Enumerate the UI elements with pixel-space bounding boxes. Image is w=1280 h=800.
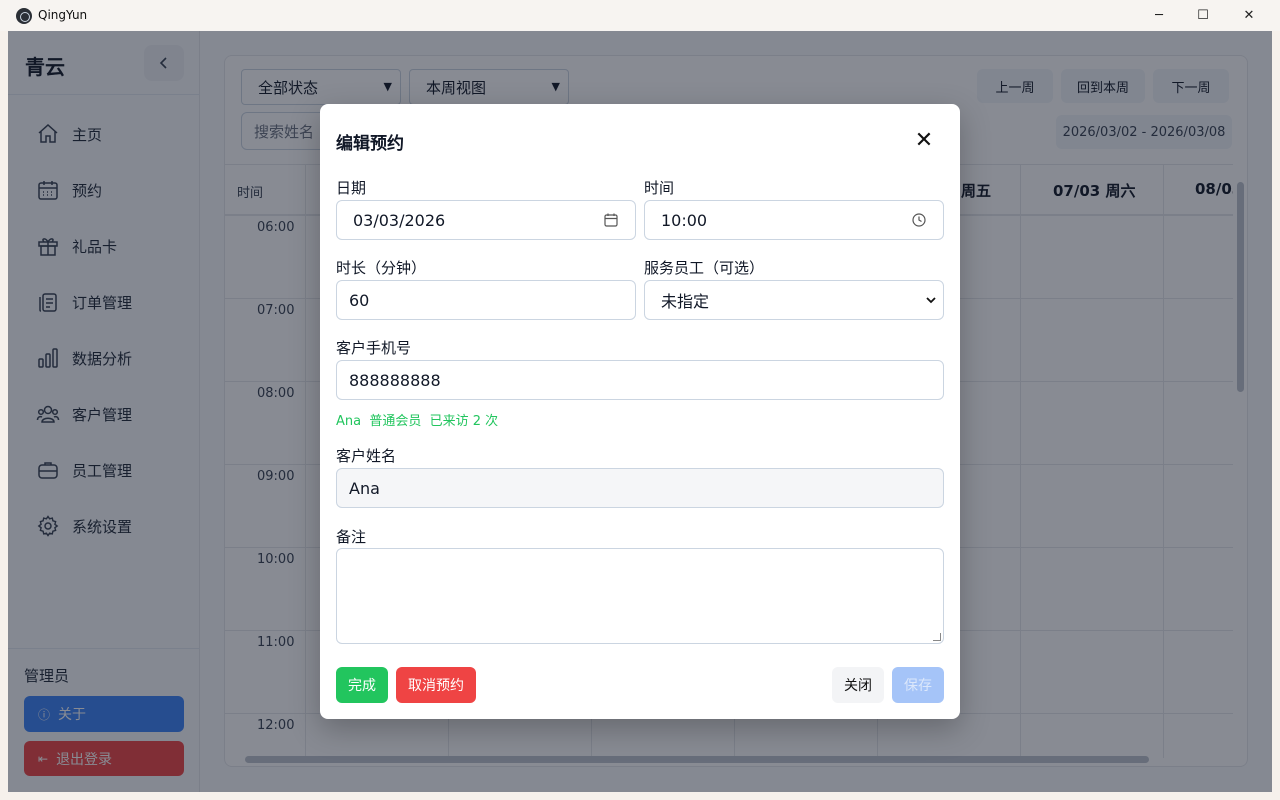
customer-name-label: 客户姓名 <box>336 447 397 465</box>
date-label: 日期 <box>336 179 367 197</box>
window-titlebar: QingYun ─ ☐ ✕ <box>0 0 1280 31</box>
duration-label: 时长（分钟） <box>336 259 427 277</box>
customer-name-field: Ana <box>336 468 944 508</box>
customer-match-info: Ana 普通会员 已来访 2 次 <box>336 414 499 429</box>
close-dialog-button[interactable]: 关闭 <box>832 667 884 703</box>
staff-select[interactable]: 未指定 <box>644 280 944 320</box>
time-value: 10:00 <box>661 210 708 230</box>
close-icon[interactable]: ✕ <box>908 124 940 156</box>
staff-label: 服务员工（可选） <box>644 259 765 277</box>
duration-input[interactable]: 60 <box>336 280 636 320</box>
duration-value: 60 <box>349 290 370 310</box>
chevron-down-icon <box>926 297 936 304</box>
close-window-button[interactable]: ✕ <box>1226 0 1272 31</box>
notes-label: 备注 <box>336 528 367 546</box>
edit-appointment-dialog: 编辑预约 ✕ 日期 03/03/2026 时间 10:00 时长（分钟） 60 … <box>320 104 960 719</box>
resize-handle[interactable] <box>933 633 941 641</box>
complete-button[interactable]: 完成 <box>336 667 388 703</box>
notes-textarea[interactable] <box>336 548 944 644</box>
dialog-title: 编辑预约 <box>336 134 404 154</box>
maximize-button[interactable]: ☐ <box>1180 0 1226 31</box>
phone-value: 888888888 <box>349 370 441 390</box>
time-label: 时间 <box>644 179 675 197</box>
app-logo-icon <box>16 8 32 24</box>
cancel-appointment-button[interactable]: 取消预约 <box>396 667 476 703</box>
phone-input[interactable]: 888888888 <box>336 360 944 400</box>
clock-icon[interactable] <box>911 212 927 228</box>
phone-label: 客户手机号 <box>336 339 412 357</box>
date-value: 03/03/2026 <box>353 210 446 230</box>
save-button[interactable]: 保存 <box>892 667 944 703</box>
time-field[interactable]: 10:00 <box>644 200 944 240</box>
date-field[interactable]: 03/03/2026 <box>336 200 636 240</box>
window-title: QingYun <box>38 8 88 22</box>
staff-value: 未指定 <box>661 292 710 311</box>
calendar-icon[interactable] <box>603 212 619 228</box>
minimize-button[interactable]: ─ <box>1136 0 1182 31</box>
customer-name-value: Ana <box>349 478 380 498</box>
